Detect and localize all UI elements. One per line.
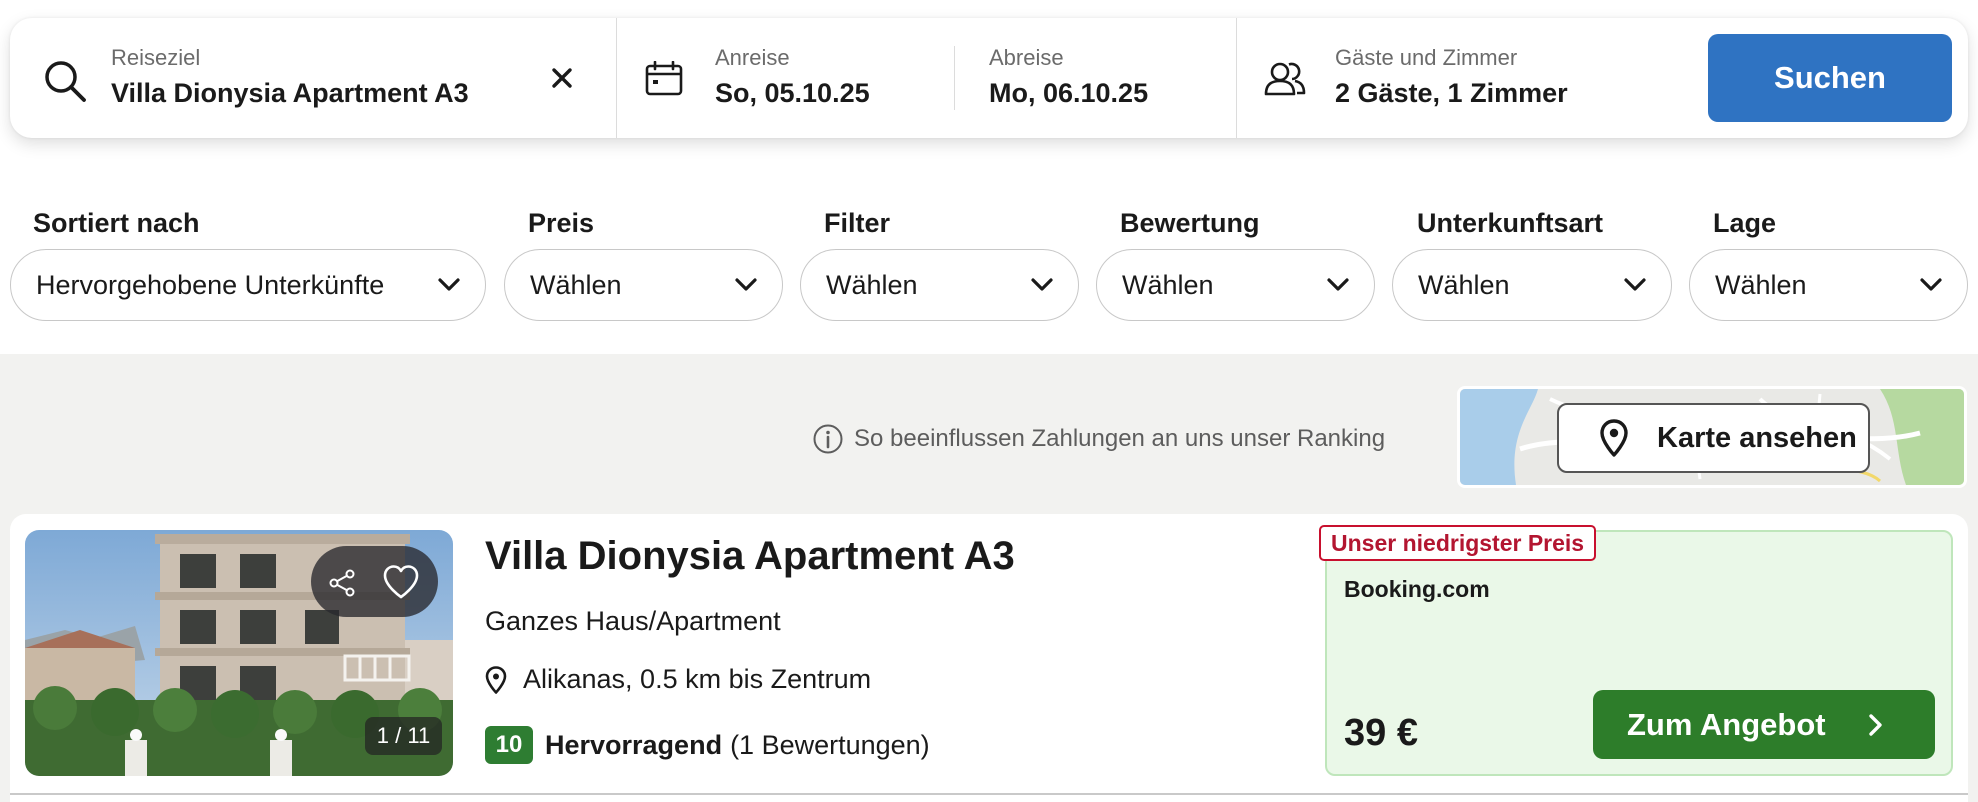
ranking-info-link[interactable]: So beeinflussen Zahlungen an uns unser R… xyxy=(812,423,1385,455)
lowest-price-badge: Unser niedrigster Preis xyxy=(1319,525,1597,561)
card-divider xyxy=(10,793,1968,795)
guests-field[interactable]: Gäste und Zimmer 2 Gäste, 1 Zimmer xyxy=(1237,18,1687,138)
checkout-field[interactable]: Abreise Mo, 06.10.25 xyxy=(955,18,1246,138)
search-bar: Reiseziel Villa Dionysia Apartment A3 An… xyxy=(10,18,1968,138)
map-pin-icon xyxy=(485,665,507,694)
hotel-location[interactable]: Alikanas, 0.5 km bis Zentrum xyxy=(485,664,871,695)
rating-score-badge: 10 xyxy=(485,726,533,764)
guests-icon xyxy=(1264,62,1306,96)
provider-name: Booking.com xyxy=(1344,576,1490,602)
clear-icon[interactable] xyxy=(550,66,574,90)
rating-filter-title: Bewertung xyxy=(1120,208,1260,238)
accommodation-type-dropdown[interactable]: Wählen xyxy=(1392,249,1672,321)
filter-title: Filter xyxy=(824,208,891,238)
rating-filter-value: Wählen xyxy=(1122,269,1214,300)
sort-value: Hervorgehobene Unterkünfte xyxy=(36,269,385,300)
destination-label: Reiseziel xyxy=(111,45,201,70)
search-button[interactable]: Suchen xyxy=(1708,34,1952,122)
rating-count: (1 Bewertungen) xyxy=(730,729,930,760)
price-filter-value: Wählen xyxy=(530,269,622,300)
accommodation-type: Ganzes Haus/Apartment xyxy=(485,606,781,636)
checkin-field[interactable]: Anreise So, 05.10.25 xyxy=(617,18,964,138)
filter-dropdown[interactable]: Wählen xyxy=(800,249,1079,321)
info-icon xyxy=(813,424,843,454)
photo-action-buttons xyxy=(311,546,438,617)
calendar-icon xyxy=(645,61,683,96)
chevron-down-icon xyxy=(1031,278,1053,291)
guests-value: 2 Gäste, 1 Zimmer xyxy=(1335,78,1568,108)
destination-value: Villa Dionysia Apartment A3 xyxy=(111,78,469,108)
chevron-down-icon xyxy=(735,278,757,291)
map-pin-icon xyxy=(1600,419,1628,457)
chevron-down-icon xyxy=(1327,278,1349,291)
heart-icon[interactable] xyxy=(382,564,420,600)
offer-price: 39 € xyxy=(1344,712,1418,754)
sort-dropdown[interactable]: Hervorgehobene Unterkünfte xyxy=(10,249,486,321)
checkin-label: Anreise xyxy=(715,45,790,70)
location-filter-value: Wählen xyxy=(1715,269,1807,300)
map-button[interactable]: Karte ansehen xyxy=(1557,403,1870,473)
filter-value: Wählen xyxy=(826,269,918,300)
view-deal-button[interactable]: Zum Angebot xyxy=(1593,690,1935,759)
share-icon[interactable] xyxy=(327,568,357,598)
chevron-down-icon xyxy=(1624,278,1646,291)
rating-filter-dropdown[interactable]: Wählen xyxy=(1096,249,1375,321)
chevron-right-icon xyxy=(1868,713,1882,736)
price-filter-title: Preis xyxy=(528,208,595,238)
destination-field[interactable]: Reiseziel Villa Dionysia Apartment A3 xyxy=(10,18,616,138)
ranking-info-text: So beeinflussen Zahlungen an uns unser R… xyxy=(854,425,1386,452)
rating-summary[interactable]: 10 Hervorragend (1 Bewertungen) xyxy=(485,726,930,764)
checkout-label: Abreise xyxy=(989,45,1064,70)
checkin-value: So, 05.10.25 xyxy=(715,78,870,108)
accommodation-type-title: Unterkunftsart xyxy=(1417,208,1604,238)
location-text: Alikanas, 0.5 km bis Zentrum xyxy=(523,664,872,694)
checkout-value: Mo, 06.10.25 xyxy=(989,78,1149,108)
location-filter-title: Lage xyxy=(1713,208,1777,238)
photo-counter: 1 / 11 xyxy=(365,717,442,755)
price-filter-dropdown[interactable]: Wählen xyxy=(504,249,783,321)
chevron-down-icon xyxy=(438,278,460,291)
view-deal-label: Zum Angebot xyxy=(1627,706,1826,742)
map-button-label: Karte ansehen xyxy=(1657,421,1857,454)
accommodation-type-value: Wählen xyxy=(1418,269,1510,300)
location-filter-dropdown[interactable]: Wählen xyxy=(1689,249,1968,321)
guests-label: Gäste und Zimmer xyxy=(1335,45,1518,70)
search-icon xyxy=(45,61,86,102)
chevron-down-icon xyxy=(1920,278,1942,291)
hotel-title[interactable]: Villa Dionysia Apartment A3 xyxy=(485,534,1015,579)
rating-label: Hervorragend xyxy=(545,729,723,760)
sort-title: Sortiert nach xyxy=(33,208,200,238)
